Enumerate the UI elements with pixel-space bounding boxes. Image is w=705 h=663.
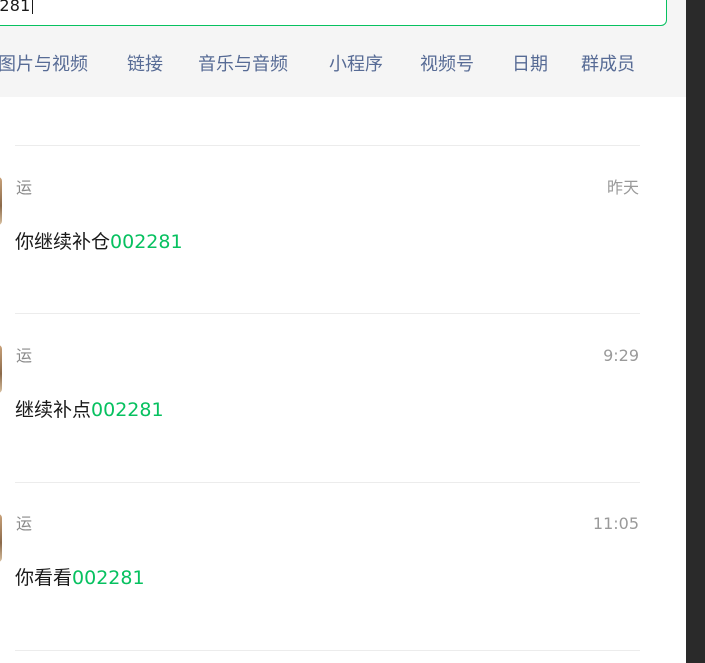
- tab-mini-programs[interactable]: 小程序: [329, 52, 383, 78]
- message-text: 继续补点002281: [15, 398, 164, 422]
- sender-name: 运: [16, 514, 33, 533]
- search-header: 2281 图片与视频 链接 音乐与音频 小程序 视频号 日期 群成员: [0, 0, 686, 97]
- sender-name: 运: [16, 178, 33, 197]
- tab-group-members[interactable]: 群成员: [581, 52, 635, 78]
- search-highlight: 002281: [91, 399, 164, 421]
- tab-images-videos[interactable]: 图片与视频: [0, 52, 88, 78]
- avatar: [0, 514, 2, 562]
- tab-music-audio[interactable]: 音乐与音频: [198, 52, 288, 78]
- message-time: 11:05: [592, 514, 639, 533]
- list-item[interactable]: 运 昨天 你继续补仓002281: [0, 146, 686, 314]
- message-prefix: 你继续补仓: [15, 231, 111, 253]
- tab-links[interactable]: 链接: [127, 52, 163, 78]
- avatar: [0, 177, 2, 225]
- message-text: 你看看002281: [15, 566, 145, 590]
- message-time: 昨天: [606, 178, 639, 197]
- search-input[interactable]: 2281: [0, 0, 667, 26]
- avatar: [0, 345, 2, 393]
- list-item[interactable]: 运 9:29 继续补点002281: [0, 314, 686, 482]
- chat-search-panel: 2281 图片与视频 链接 音乐与音频 小程序 视频号 日期 群成员 运 昨天 …: [0, 0, 686, 663]
- list-item[interactable]: 运 11:05 你看看002281: [0, 483, 686, 651]
- search-highlight: 002281: [110, 231, 183, 253]
- message-time: 9:29: [603, 346, 639, 365]
- divider: [15, 650, 640, 651]
- sender-name: 运: [16, 346, 33, 365]
- message-text: 你继续补仓002281: [15, 230, 183, 254]
- search-result-list: 运 昨天 你继续补仓002281 运 9:29 继续补点002281 运 11:…: [0, 97, 686, 663]
- tab-channels[interactable]: 视频号: [420, 52, 474, 78]
- search-highlight: 002281: [72, 567, 145, 589]
- message-prefix: 你看看: [15, 567, 73, 589]
- tab-date[interactable]: 日期: [512, 52, 548, 78]
- window-edge: [686, 0, 705, 663]
- search-input-value: 2281: [0, 0, 33, 16]
- text-caret: [31, 0, 33, 14]
- message-prefix: 继续补点: [15, 399, 92, 421]
